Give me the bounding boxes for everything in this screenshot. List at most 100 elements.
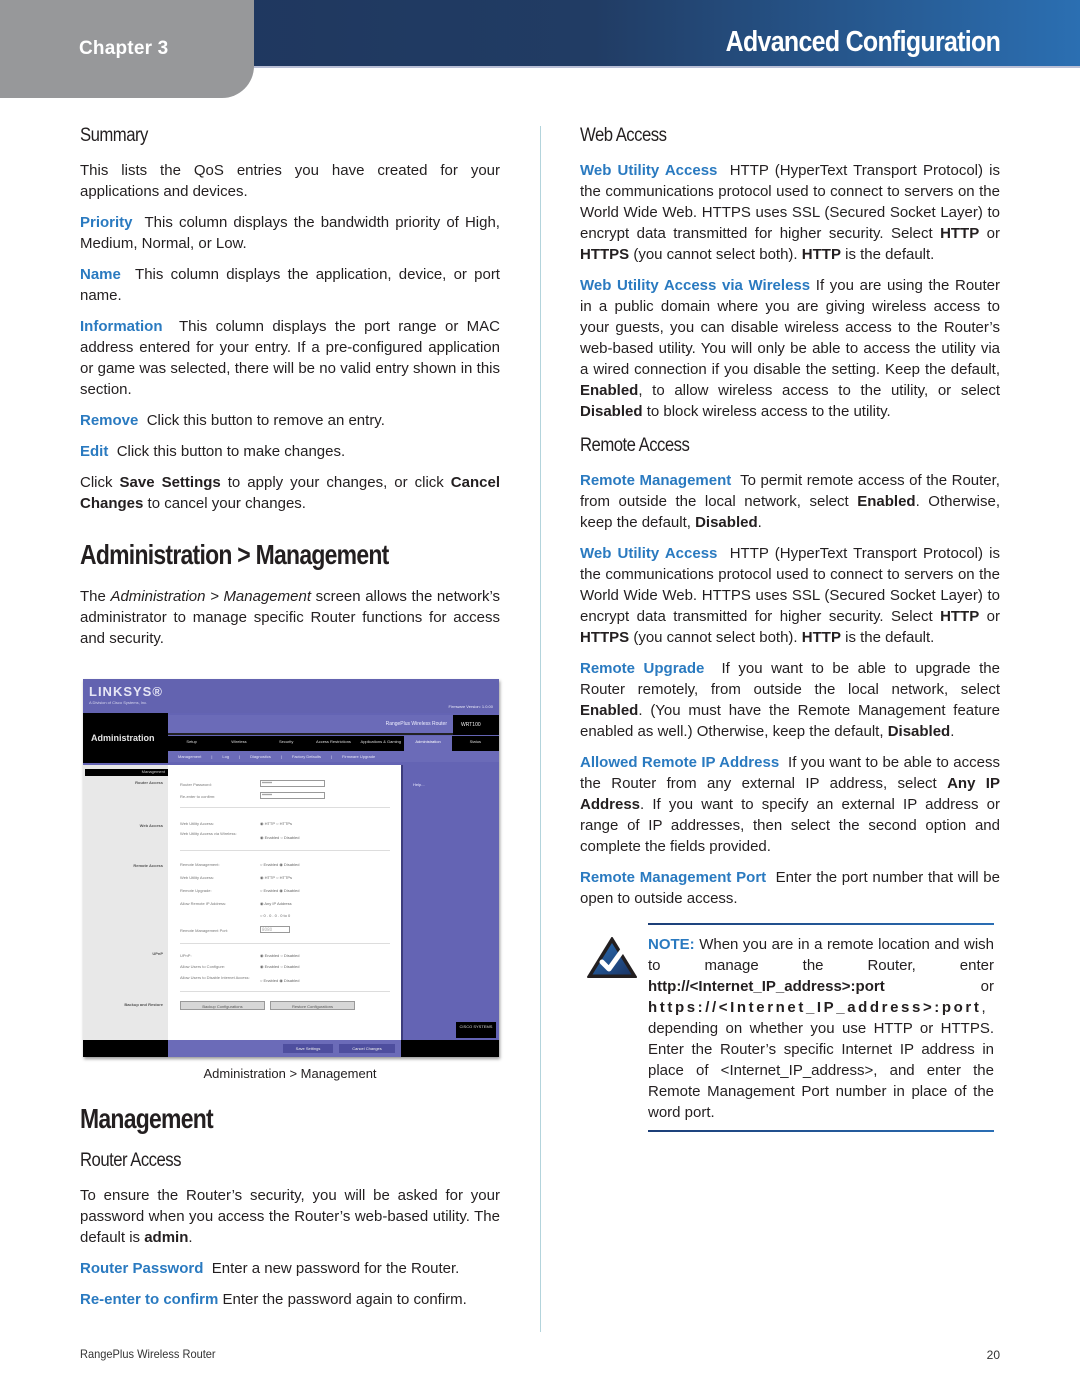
bold-enabled: Enabled bbox=[580, 702, 639, 719]
router-password-input[interactable]: ***** bbox=[260, 780, 325, 787]
allow-disable-internet-radio[interactable]: ○ Enabled ◉ Disabled bbox=[260, 978, 299, 983]
item-remote-management-port: Remote Management Port Enter the port nu… bbox=[580, 867, 1000, 909]
screenshot-tabs: Setup Wireless Security Access Restricti… bbox=[168, 736, 499, 751]
term-remote-upgrade: Remote Upgrade bbox=[580, 660, 705, 677]
rm-text: . bbox=[757, 514, 762, 531]
subtab-sep: | bbox=[280, 754, 282, 759]
bold-http: HTTP bbox=[940, 225, 980, 242]
remote-management-radio[interactable]: ○ Enabled ◉ Disabled bbox=[260, 862, 299, 867]
wua-text: (you cannot select both). bbox=[629, 629, 802, 646]
help-link[interactable]: Help... bbox=[413, 782, 425, 787]
term-priority: Priority bbox=[80, 214, 133, 231]
model-number: WRT100 bbox=[453, 715, 499, 735]
checkmark-note-icon bbox=[587, 937, 637, 978]
item-allowed-remote-ip: Allowed Remote IP Address If you want to… bbox=[580, 752, 1000, 857]
desc-remove: Click this button to remove an entry. bbox=[146, 412, 385, 429]
section-label: Administration bbox=[91, 733, 155, 743]
row-label: Remote Upgrade: bbox=[180, 888, 212, 893]
screenshot-caption: Administration > Management bbox=[203, 1066, 377, 1081]
admin-management-heading: Administration > Management bbox=[80, 539, 389, 570]
upnp-radio[interactable]: ◉ Enabled ○ Disabled bbox=[260, 953, 299, 958]
management-heading: Management bbox=[80, 1103, 214, 1134]
row-label: Router Password: bbox=[180, 782, 212, 787]
wireless-access-radio[interactable]: ◉ Enabled ○ Disabled bbox=[260, 835, 299, 840]
any-ip-radio[interactable]: ◉ Any IP Address bbox=[260, 901, 292, 906]
closing-save-settings: Save Settings bbox=[119, 474, 221, 491]
right-column: Web Access Web Utility Access HTTP (Hype… bbox=[580, 124, 1000, 1132]
remote-web-access-radio[interactable]: ◉ HTTP ○ HTTPs bbox=[260, 875, 292, 880]
intro-italic: Administration > Management bbox=[110, 588, 311, 605]
left-pane-upnp: UPnP bbox=[152, 951, 163, 956]
web-utility-access-radio[interactable]: ◉ HTTP ○ HTTPs bbox=[260, 821, 292, 826]
term-web-utility-access: Web Utility Access bbox=[580, 162, 718, 179]
row-label: UPnP: bbox=[180, 953, 192, 958]
summary-item-name: Name This column displays the applicatio… bbox=[80, 264, 500, 306]
screenshot-left-pane: Management Router Access Web Access Remo… bbox=[83, 765, 168, 1040]
subtab-management[interactable]: Management bbox=[178, 751, 201, 762]
item-web-utility-access: Web Utility Access HTTP (HyperText Trans… bbox=[580, 160, 1000, 265]
note-bottom-rule bbox=[648, 1130, 994, 1132]
term-web-access-wireless: Web Utility Access via Wireless bbox=[580, 277, 811, 294]
intro-pre: The bbox=[80, 588, 111, 605]
ip-range-fields[interactable]: ○ 0 . 0 . 0 . 0 to 0 bbox=[260, 913, 290, 918]
product-bar: RangePlus Wireless Router bbox=[168, 715, 453, 735]
wua-text: (you cannot select both). bbox=[629, 246, 802, 263]
reenter-password-input[interactable]: ***** bbox=[260, 792, 325, 799]
or-text: or bbox=[979, 608, 1000, 625]
subtab-sep: | bbox=[331, 754, 333, 759]
ra-intro-post: . bbox=[188, 1229, 193, 1246]
term-name: Name bbox=[80, 266, 121, 283]
backup-configurations-button[interactable]: Backup Configurations bbox=[180, 1001, 265, 1010]
form-divider bbox=[180, 991, 390, 992]
desc-router-password: Enter a new password for the Router. bbox=[211, 1260, 460, 1277]
bold-disabled: Disabled bbox=[887, 723, 951, 740]
or-text: or bbox=[979, 225, 1000, 242]
footer-product: RangePlus Wireless Router bbox=[80, 1347, 216, 1361]
left-pane-head: Management bbox=[85, 769, 168, 776]
term-information: Information bbox=[80, 318, 163, 335]
note-https-url: https://<Internet_IP_address>:port bbox=[648, 999, 982, 1016]
router-ui-screenshot: LINKSYS® A Division of Cisco Systems, In… bbox=[83, 679, 499, 1057]
tab-applications-gaming[interactable]: Applications & Gaming bbox=[357, 736, 404, 751]
term-reenter-confirm: Re-enter to confirm bbox=[80, 1291, 219, 1308]
cisco-logo: CISCO SYSTEMS bbox=[456, 1022, 496, 1038]
tab-wireless[interactable]: Wireless bbox=[215, 736, 262, 751]
desc-reenter-confirm: Enter the password again to confirm. bbox=[222, 1291, 467, 1308]
cancel-changes-button[interactable]: Cancel Changes bbox=[339, 1044, 395, 1053]
form-divider bbox=[180, 943, 390, 944]
item-web-access-wireless: Web Utility Access via Wireless If you a… bbox=[580, 275, 1000, 422]
left-pane-router-access: Router Access bbox=[135, 780, 163, 785]
tab-security[interactable]: Security bbox=[263, 736, 310, 751]
closing-mid: to apply your changes, or click bbox=[220, 474, 451, 491]
restore-configurations-button[interactable]: Restore Configurations bbox=[270, 1001, 355, 1010]
subtab-log[interactable]: Log bbox=[222, 751, 229, 762]
row-label: Re-enter to confirm: bbox=[180, 794, 216, 799]
summary-item-information: Information This column displays the por… bbox=[80, 316, 500, 400]
row-label: Web Utility Access: bbox=[180, 875, 214, 880]
note-http-url: http://<Internet_IP_address>:port bbox=[648, 978, 885, 995]
subtab-factory-defaults[interactable]: Factory Defaults bbox=[292, 751, 321, 762]
note-body: NOTE: When you are in a remote location … bbox=[648, 925, 994, 1130]
chapter-label: Chapter 3 bbox=[79, 38, 169, 59]
subtab-diagnostics[interactable]: Diagnostics bbox=[250, 751, 271, 762]
tab-status[interactable]: Status bbox=[452, 736, 499, 751]
term-remote-management-port: Remote Management Port bbox=[580, 869, 767, 886]
tab-access-restrictions[interactable]: Access Restrictions bbox=[310, 736, 357, 751]
summary-intro: This lists the QoS entries you have crea… bbox=[80, 162, 500, 200]
section-box: Administration bbox=[83, 713, 168, 763]
item-router-password: Router Password Enter a new password for… bbox=[80, 1258, 500, 1279]
row-label: Allow Remote IP Address: bbox=[180, 901, 227, 906]
summary-item-edit: Edit Click this button to make changes. bbox=[80, 441, 500, 462]
summary-item-remove: Remove Click this button to remove an en… bbox=[80, 410, 500, 431]
tab-setup[interactable]: Setup bbox=[168, 736, 215, 751]
desc-name: This column displays the application, de… bbox=[80, 266, 500, 304]
remote-upgrade-radio[interactable]: ○ Enabled ◉ Disabled bbox=[260, 888, 299, 893]
save-settings-button[interactable]: Save Settings bbox=[283, 1044, 333, 1053]
subtab-firmware-upgrade[interactable]: Firmware Upgrade bbox=[342, 751, 375, 762]
chapter-tab: Chapter 3 bbox=[0, 0, 254, 98]
allow-configure-radio[interactable]: ◉ Enabled ○ Disabled bbox=[260, 964, 299, 969]
term-remove: Remove bbox=[80, 412, 139, 429]
remote-port-input[interactable]: 8080 bbox=[260, 926, 290, 933]
tab-administration[interactable]: Administration bbox=[404, 736, 452, 751]
ru-text: . bbox=[950, 723, 955, 740]
